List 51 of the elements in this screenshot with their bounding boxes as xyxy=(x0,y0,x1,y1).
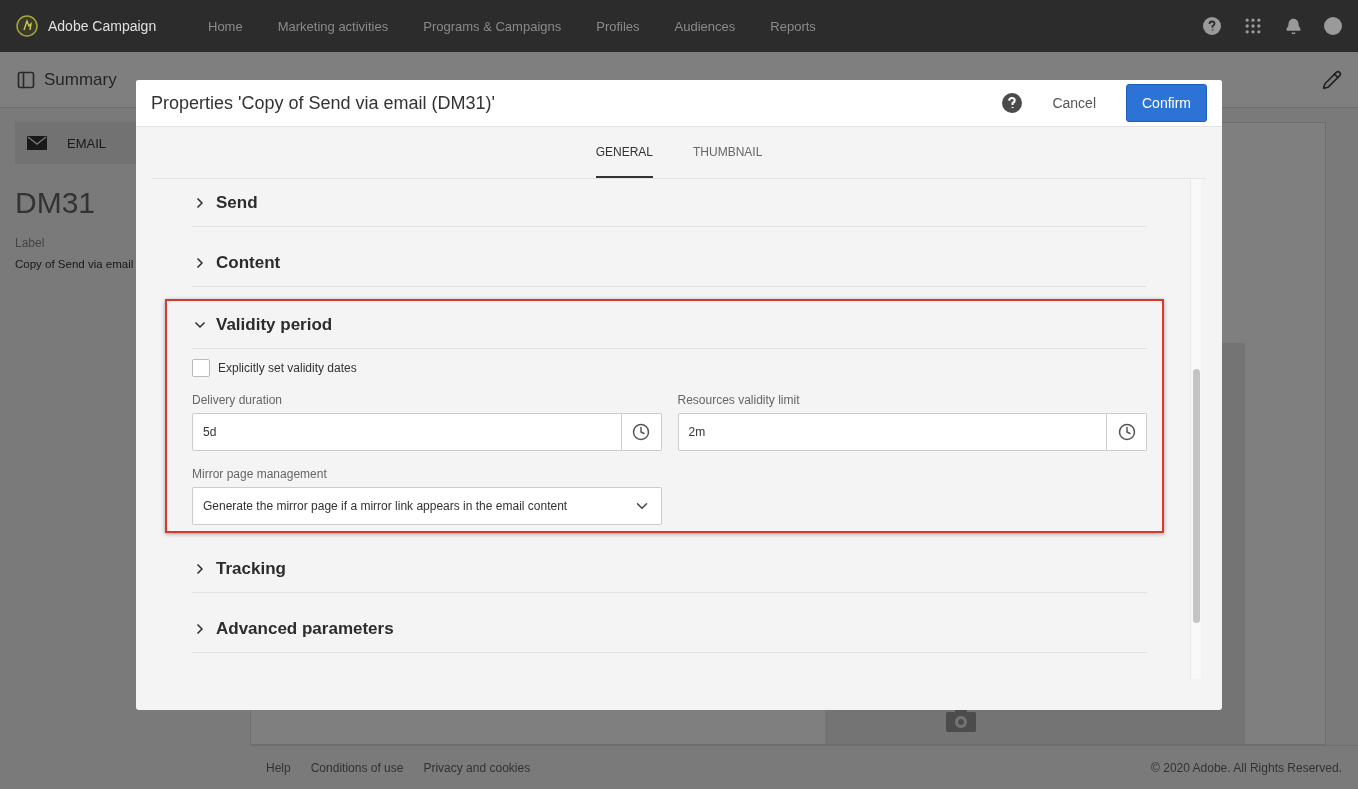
summary-title: Summary xyxy=(44,69,117,90)
brand-name: Adobe Campaign xyxy=(48,18,157,34)
section-title: Validity period xyxy=(216,314,333,335)
avatar[interactable] xyxy=(1324,17,1342,35)
nav-link[interactable]: Profiles xyxy=(596,18,640,34)
envelope-icon xyxy=(27,136,47,150)
section-title: Advanced parameters xyxy=(216,618,394,639)
dropdown-field[interactable]: Generate the mirror page if a mirror link appears in the email content xyxy=(192,487,662,525)
footer-link[interactable]: Privacy and cookies xyxy=(423,760,531,775)
panel-icon[interactable] xyxy=(16,69,36,90)
nav-link[interactable]: Audiences xyxy=(674,18,736,34)
help-icon[interactable] xyxy=(1203,17,1221,35)
logo-icon xyxy=(16,15,38,37)
nav-link[interactable]: Reports xyxy=(770,18,816,34)
dialog-title: Properties 'Copy of Send via email (DM31)' xyxy=(151,92,495,114)
clock-button[interactable] xyxy=(1107,413,1147,451)
input-field[interactable]: 5d xyxy=(192,413,622,451)
scrollbar-thumb[interactable] xyxy=(1193,369,1200,623)
tab[interactable]: THUMBNAIL xyxy=(693,127,763,178)
confirm-button[interactable]: Confirm xyxy=(1126,84,1207,122)
clock-icon xyxy=(632,423,650,441)
section-title: Content xyxy=(216,252,281,273)
clock-button[interactable] xyxy=(621,413,662,451)
section-title: Tracking xyxy=(216,558,286,579)
section-title: Send xyxy=(216,192,258,213)
apps-grid-icon[interactable] xyxy=(1243,16,1263,36)
section-header[interactable]: Advanced parameters xyxy=(192,605,1147,653)
nav-link[interactable]: Home xyxy=(208,18,243,34)
checkbox[interactable] xyxy=(192,359,210,377)
field-label: Delivery duration xyxy=(192,393,284,407)
copyright: © 2020 Adobe. All Rights Reserved. xyxy=(1151,760,1342,775)
input-field[interactable]: 2m xyxy=(677,413,1107,451)
section-header[interactable]: Validity period xyxy=(192,301,1147,349)
pencil-icon[interactable] xyxy=(1322,69,1342,90)
scrollbar[interactable] xyxy=(1190,179,1201,678)
clock-icon xyxy=(1117,423,1136,441)
section-header[interactable]: Tracking xyxy=(192,545,1147,593)
checkbox-label: Explicitly set validity dates xyxy=(218,361,357,375)
help-icon[interactable] xyxy=(1002,93,1023,113)
tab[interactable]: GENERAL xyxy=(595,127,653,178)
field-label: Resources validity limit xyxy=(677,393,801,407)
footer-link[interactable]: Conditions of use xyxy=(310,760,404,775)
field-label: Mirror page management xyxy=(192,467,328,481)
bell-icon[interactable] xyxy=(1285,17,1302,35)
nav-link[interactable]: Programs & Campaigns xyxy=(423,18,562,34)
field-value: Copy of Send via email xyxy=(15,258,134,270)
cancel-button[interactable]: Cancel xyxy=(1038,87,1110,119)
section-header[interactable]: Content xyxy=(192,239,1147,287)
nav-link[interactable]: Marketing activities xyxy=(277,18,389,34)
footer-link[interactable]: Help xyxy=(266,760,291,775)
section-header[interactable]: Send xyxy=(192,179,1147,227)
